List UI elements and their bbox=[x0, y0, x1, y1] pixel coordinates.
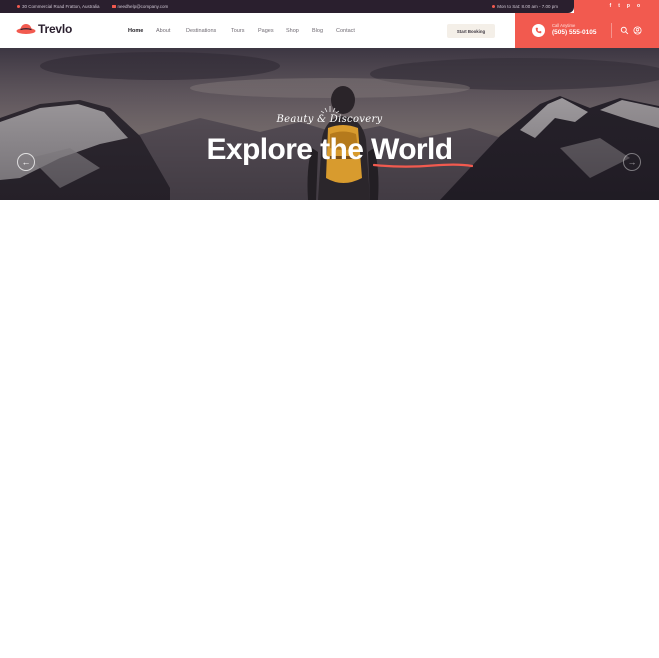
user-icon[interactable] bbox=[633, 26, 642, 35]
top-info-bar: 30 Commercial Road Fratton, Australia ne… bbox=[0, 0, 574, 13]
logo-text: Trevlo bbox=[38, 22, 73, 36]
logo[interactable]: Trevlo bbox=[16, 22, 72, 36]
call-box: Call Anytime (505) 555-0105 bbox=[515, 13, 659, 48]
call-number[interactable]: (505) 555-0105 bbox=[552, 29, 596, 36]
slider-next-button[interactable]: → bbox=[623, 153, 641, 171]
page: 30 Commercial Road Fratton, Australia ne… bbox=[0, 0, 659, 658]
hours-text: Mon to Sat: 8.00 am - 7.00 pm bbox=[497, 4, 558, 9]
nav-pages[interactable]: Pages bbox=[258, 28, 286, 34]
facebook-icon[interactable]: f bbox=[610, 4, 612, 9]
address-text: 30 Commercial Road Fratton, Australia bbox=[22, 4, 100, 9]
envelope-icon bbox=[111, 5, 116, 8]
slider-prev-button[interactable]: ← bbox=[17, 153, 35, 171]
header-divider bbox=[611, 23, 612, 38]
clock-icon bbox=[492, 5, 496, 8]
email-item[interactable]: needhelp@company.com bbox=[111, 4, 169, 9]
nav-contact[interactable]: Contact bbox=[336, 28, 366, 34]
nav-blog[interactable]: Blog bbox=[312, 28, 336, 34]
hours-item: Mon to Sat: 8.00 am - 7.00 pm bbox=[492, 4, 558, 9]
nav-destinations[interactable]: Destinations bbox=[186, 28, 231, 34]
start-booking-button[interactable]: Start Booking bbox=[447, 24, 495, 38]
hero-tagline: Beauty & Discovery bbox=[276, 114, 383, 125]
main-nav: Home About Destinations Tours Pages Shop… bbox=[128, 28, 366, 34]
nav-home[interactable]: Home bbox=[128, 28, 156, 34]
twitter-icon[interactable]: t bbox=[618, 4, 620, 9]
title-underline-decoration bbox=[373, 163, 473, 168]
hero-title: Explore the World bbox=[0, 133, 659, 167]
hero-banner: Beauty & Discovery Explore the World bbox=[0, 48, 659, 200]
location-pin-icon bbox=[17, 5, 20, 8]
social-links: f t p o bbox=[574, 0, 659, 13]
logo-hat-icon bbox=[16, 24, 36, 34]
nav-tours[interactable]: Tours bbox=[231, 28, 258, 34]
pinterest-icon[interactable]: p bbox=[627, 4, 630, 9]
address-item: 30 Commercial Road Fratton, Australia bbox=[17, 4, 100, 9]
instagram-icon[interactable]: o bbox=[637, 4, 640, 9]
nav-shop[interactable]: Shop bbox=[286, 28, 312, 34]
phone-icon[interactable] bbox=[532, 24, 545, 37]
search-icon[interactable] bbox=[620, 26, 629, 35]
hero-title-main: Explore the bbox=[206, 133, 372, 166]
call-label: Call Anytime bbox=[552, 23, 576, 28]
nav-about[interactable]: About bbox=[156, 28, 186, 34]
email-text[interactable]: needhelp@company.com bbox=[118, 4, 169, 9]
